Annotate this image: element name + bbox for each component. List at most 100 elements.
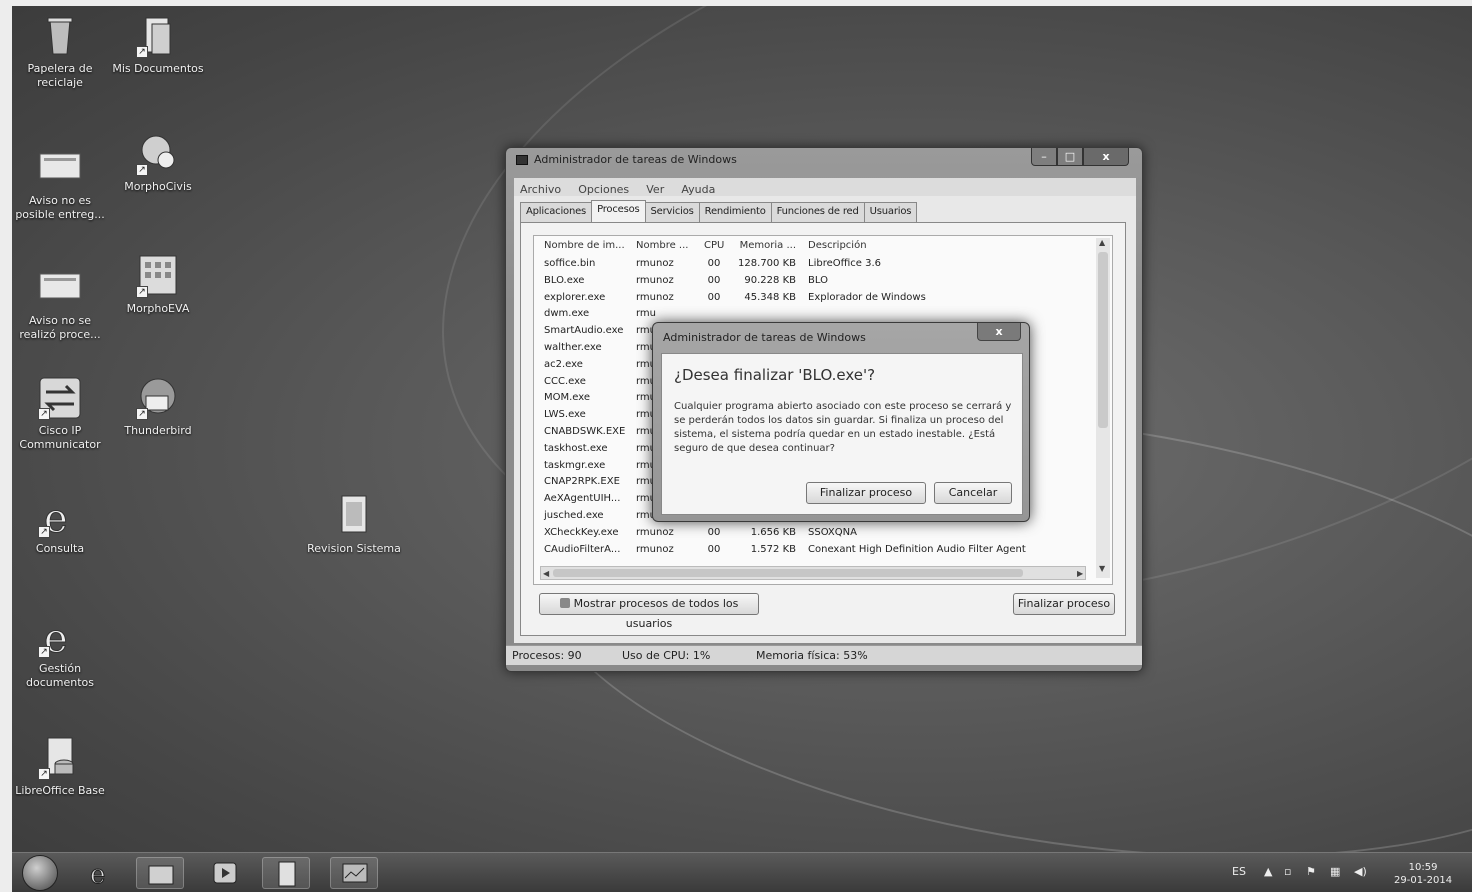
process-name: taskmgr.exe bbox=[544, 459, 606, 471]
process-name: walther.exe bbox=[544, 342, 602, 353]
process-name: jusched.exe bbox=[544, 510, 604, 521]
desktop-icon-label: Thunderbird bbox=[124, 424, 192, 437]
process-name: soffice.bin bbox=[544, 258, 596, 269]
process-description: SSOXQNA bbox=[808, 526, 857, 538]
globe-people-icon: ↗ bbox=[136, 132, 180, 176]
window-title: Administrador de tareas de Windows bbox=[534, 153, 737, 166]
tab-funciones-de-red[interactable]: Funciones de red bbox=[770, 202, 865, 222]
network-icon[interactable]: ▦ bbox=[1330, 865, 1340, 878]
start-button[interactable] bbox=[22, 855, 58, 891]
internet-explorer-icon: e ↗ bbox=[38, 494, 82, 543]
action-center-flag-icon[interactable]: ⚑ bbox=[1306, 865, 1316, 878]
taskbar-task-manager[interactable] bbox=[330, 857, 378, 889]
desktop-icon-morphoeva[interactable]: ↗ MorphoEVA bbox=[108, 254, 208, 316]
scroll-left-icon[interactable]: ◀ bbox=[543, 569, 549, 578]
tab-rendimiento[interactable]: Rendimiento bbox=[698, 202, 772, 222]
end-process-dialog: Administrador de tareas de Windows x ¿De… bbox=[652, 322, 1030, 522]
desktop-icon-label: Aviso no es posible entreg... bbox=[15, 194, 105, 221]
desktop-icon-label: Mis Documentos bbox=[112, 62, 204, 75]
dialog-heading: ¿Desea finalizar 'BLO.exe'? bbox=[674, 366, 876, 384]
desktop-icon-aviso-proceso[interactable]: Aviso no se realizó proce... bbox=[12, 266, 110, 342]
tray-app-icon[interactable]: ▫ bbox=[1284, 865, 1291, 878]
process-user: rmunoz bbox=[636, 291, 674, 303]
process-name: BLO.exe bbox=[544, 274, 585, 286]
table-row[interactable]: BLO.exe rmunoz 00 90.228 KB BLO bbox=[534, 275, 1094, 291]
process-user: rmunoz bbox=[636, 543, 674, 555]
document-icon bbox=[332, 494, 376, 538]
desktop-icon-cisco[interactable]: ↗ Cisco IP Communicator bbox=[12, 376, 110, 452]
table-row[interactable]: CAudioFilterA... rmunoz 00 1.572 KB Conexant… bbox=[534, 544, 1094, 560]
horizontal-scrollbar[interactable]: ◀ ▶ bbox=[540, 566, 1086, 580]
maximize-button[interactable]: □ bbox=[1057, 148, 1083, 166]
system-clock[interactable]: 10:59 29-01-2014 bbox=[1394, 861, 1452, 887]
process-name: CAudioFilterA... bbox=[544, 543, 621, 555]
tab-usuarios[interactable]: Usuarios bbox=[863, 202, 918, 222]
document-icon bbox=[38, 146, 82, 190]
process-user: rmunoz bbox=[636, 274, 674, 286]
status-processes: Procesos: 90 bbox=[512, 649, 582, 662]
taskbar: e ES ▲ ▫ ⚑ ▦ ◀) 10:59 29-01-2014 bbox=[12, 852, 1472, 892]
tab-strip: Aplicaciones Procesos Servicios Rendimie… bbox=[520, 200, 918, 222]
process-cpu: 00 bbox=[707, 526, 721, 538]
thunderbird-icon: ↗ bbox=[136, 376, 180, 420]
process-memory: 128.700 KB bbox=[738, 258, 796, 269]
process-memory: 90.228 KB bbox=[744, 274, 796, 286]
desktop-icon-my-documents[interactable]: ↗ Mis Documentos bbox=[108, 14, 208, 76]
horizontal-scrollbar-thumb[interactable] bbox=[553, 569, 1023, 577]
scroll-up-icon[interactable]: ▲ bbox=[1099, 238, 1105, 247]
database-icon: ↗ bbox=[38, 736, 82, 780]
end-process-button[interactable]: Finalizar proceso bbox=[1013, 593, 1115, 615]
taskbar-media-player[interactable] bbox=[202, 857, 250, 889]
vertical-scrollbar-thumb[interactable] bbox=[1098, 252, 1108, 428]
show-hidden-icons-icon[interactable]: ▲ bbox=[1264, 865, 1272, 878]
desktop-icon-gestion[interactable]: e ↗ Gestión documentos bbox=[12, 614, 110, 690]
volume-icon[interactable]: ◀) bbox=[1354, 865, 1367, 878]
minimize-button[interactable]: – bbox=[1031, 148, 1057, 166]
language-indicator[interactable]: ES bbox=[1232, 865, 1246, 878]
close-button[interactable]: x bbox=[1083, 148, 1129, 166]
media-player-icon bbox=[213, 862, 237, 884]
show-all-processes-button[interactable]: Mostrar procesos de todos los usuarios bbox=[539, 593, 759, 630]
desktop-icon-aviso-entrega[interactable]: Aviso no es posible entreg... bbox=[12, 146, 110, 222]
desktop-icon-libreoffice-base[interactable]: ↗ LibreOffice Base bbox=[12, 736, 110, 798]
desktop-icon-thunderbird[interactable]: ↗ Thunderbird bbox=[108, 376, 208, 438]
column-header-user-name[interactable]: Nombre ... bbox=[636, 240, 696, 251]
taskbar-explorer[interactable] bbox=[136, 857, 184, 889]
status-bar: Procesos: 90 Uso de CPU: 1% Memoria físi… bbox=[506, 645, 1142, 665]
table-row[interactable]: XCheckKey.exe rmunoz 00 1.656 KB SSOXQNA bbox=[534, 527, 1094, 543]
process-description: Conexant High Definition Audio Filter Ag… bbox=[808, 543, 1026, 555]
column-header-image-name[interactable]: Nombre de im... bbox=[544, 240, 634, 251]
column-header-description[interactable]: Descripción bbox=[808, 240, 1098, 251]
cancel-button[interactable]: Cancelar bbox=[934, 482, 1012, 504]
clock-date: 29-01-2014 bbox=[1394, 875, 1453, 886]
tab-aplicaciones[interactable]: Aplicaciones bbox=[520, 202, 593, 222]
internet-explorer-icon: e ↗ bbox=[38, 614, 82, 663]
taskbar-internet-explorer[interactable]: e bbox=[76, 857, 124, 891]
column-header-memory[interactable]: Memoria ... bbox=[730, 240, 796, 251]
desktop-icon-label: LibreOffice Base bbox=[15, 784, 105, 797]
task-manager-icon bbox=[516, 155, 528, 165]
table-row[interactable]: explorer.exe rmunoz 00 45.348 KB Explorador … bbox=[534, 292, 1094, 308]
tab-procesos[interactable]: Procesos bbox=[591, 200, 646, 222]
confirm-end-process-button[interactable]: Finalizar proceso bbox=[806, 482, 926, 504]
scroll-down-icon[interactable]: ▼ bbox=[1099, 564, 1105, 573]
desktop-icon-revision-sistema[interactable]: Revision Sistema bbox=[304, 494, 404, 556]
tab-servicios[interactable]: Servicios bbox=[644, 202, 700, 222]
desktop-icon-recycle-bin[interactable]: Papelera de reciclaje bbox=[12, 14, 110, 90]
internet-explorer-icon: e bbox=[90, 860, 106, 891]
vertical-scrollbar[interactable]: ▲ ▼ bbox=[1096, 238, 1110, 578]
column-header-cpu[interactable]: CPU bbox=[704, 240, 724, 251]
taskbar-document[interactable] bbox=[262, 857, 310, 889]
table-row[interactable]: soffice.bin rmunoz 00 128.700 KB LibreOffice… bbox=[534, 258, 1094, 274]
desktop-icon-label: Cisco IP Communicator bbox=[19, 424, 101, 451]
scroll-right-icon[interactable]: ▶ bbox=[1077, 569, 1083, 578]
process-name: CNAP2RPK.EXE bbox=[544, 476, 620, 488]
shortcut-arrow-icon: ↗ bbox=[38, 768, 50, 780]
desktop-icon-label: Papelera de reciclaje bbox=[27, 62, 93, 89]
process-user: rmunoz bbox=[636, 258, 674, 269]
dialog-close-button[interactable]: x bbox=[977, 323, 1021, 341]
process-description: BLO bbox=[808, 274, 828, 286]
document-icon bbox=[278, 861, 296, 887]
desktop-icon-morphocivis[interactable]: ↗ MorphoCivis bbox=[108, 132, 208, 194]
desktop-icon-consulta[interactable]: e ↗ Consulta bbox=[12, 494, 110, 556]
